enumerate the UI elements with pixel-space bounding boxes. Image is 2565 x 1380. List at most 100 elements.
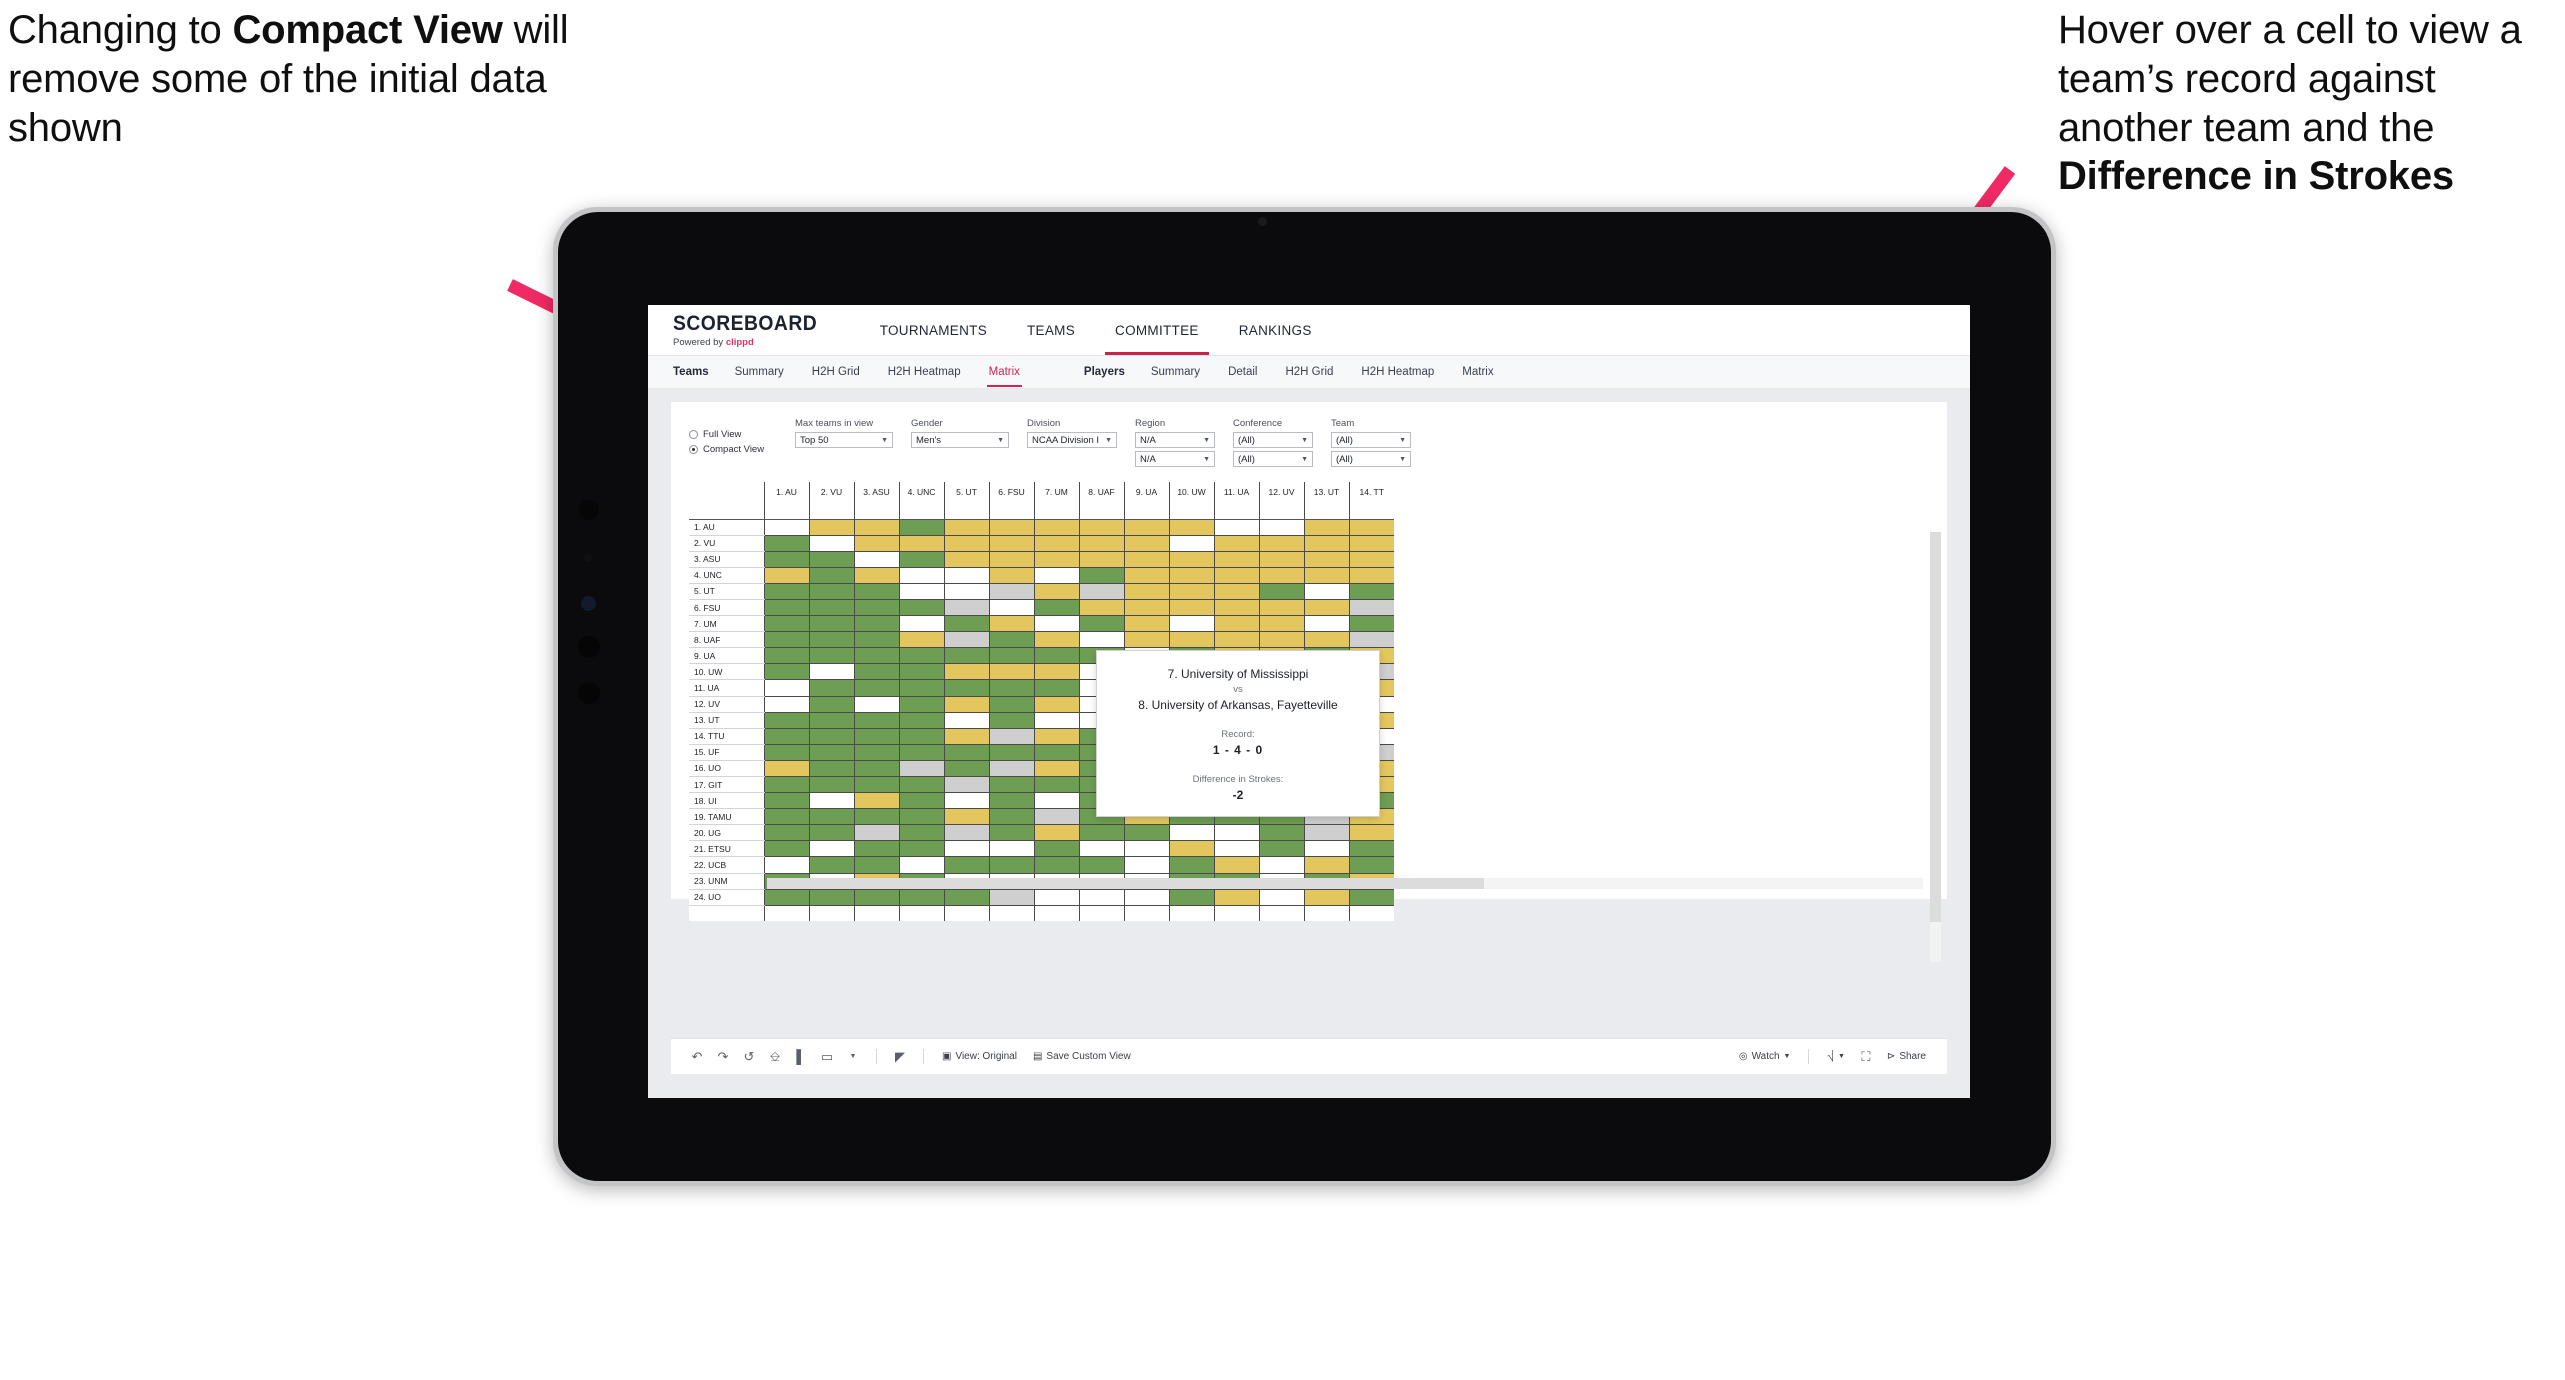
matrix-cell[interactable] <box>1348 519 1394 536</box>
matrix-cell[interactable] <box>1303 551 1349 568</box>
matrix-cell[interactable] <box>1303 631 1349 649</box>
matrix-cell[interactable] <box>943 808 989 826</box>
matrix-cell[interactable] <box>1078 583 1124 600</box>
view-original-button[interactable]: ▣ View: Original <box>935 1051 1024 1062</box>
matrix-cell[interactable] <box>988 824 1034 842</box>
matrix-cell[interactable] <box>1078 567 1124 584</box>
matrix-cell[interactable] <box>1033 744 1079 761</box>
matrix-cell[interactable] <box>808 567 854 584</box>
matrix-cell[interactable] <box>988 696 1034 713</box>
subnav-players-h2h-heatmap[interactable]: H2H Heatmap <box>1347 366 1448 378</box>
matrix-cell[interactable] <box>763 776 809 794</box>
matrix-cell[interactable] <box>1213 631 1259 649</box>
matrix-cell[interactable] <box>808 679 854 697</box>
radio-compact-view[interactable]: Compact View <box>689 444 777 455</box>
matrix-cell[interactable] <box>853 744 899 761</box>
matrix-cell[interactable] <box>1168 840 1214 858</box>
filter-conference-select-2[interactable]: (All) ▼ <box>1233 451 1313 467</box>
matrix-cell[interactable] <box>1033 663 1079 681</box>
matrix-cell[interactable] <box>988 615 1034 633</box>
filter-gender-select[interactable]: Men's ▼ <box>911 432 1009 448</box>
filter-division-select[interactable]: NCAA Division I ▼ <box>1027 432 1117 448</box>
matrix-cell[interactable] <box>988 599 1034 617</box>
matrix-cell[interactable] <box>1033 889 1079 906</box>
chevron-down-icon[interactable]: ▼ <box>1301 456 1308 463</box>
matrix-cell[interactable] <box>898 712 944 729</box>
matrix-cell[interactable] <box>1123 535 1169 552</box>
matrix-cell[interactable] <box>1033 856 1079 874</box>
matrix-cell[interactable] <box>853 567 899 584</box>
matrix-cell[interactable] <box>1258 631 1304 649</box>
matrix-cell[interactable] <box>1258 583 1304 600</box>
matrix-cell[interactable] <box>1078 824 1124 842</box>
matrix-cell[interactable] <box>763 856 809 874</box>
matrix-cell[interactable] <box>1213 551 1259 568</box>
matrix-cell[interactable] <box>1168 856 1214 874</box>
matrix-cell[interactable] <box>853 599 899 617</box>
matrix-cell[interactable] <box>988 760 1034 778</box>
topnav-item-tournaments[interactable]: TOURNAMENTS <box>860 305 1007 355</box>
matrix-cell[interactable] <box>853 615 899 633</box>
subnav-players-h2h-grid[interactable]: H2H Grid <box>1271 366 1347 378</box>
matrix-cell[interactable] <box>898 792 944 810</box>
redo-icon[interactable]: ↷ <box>711 1045 735 1069</box>
matrix-cell[interactable] <box>1168 519 1214 536</box>
matrix-cell[interactable] <box>853 760 899 778</box>
chevron-down-icon[interactable]: ▼ <box>1784 1053 1791 1060</box>
matrix-cell[interactable] <box>1033 824 1079 842</box>
matrix-cell[interactable] <box>1123 631 1169 649</box>
matrix-cell[interactable] <box>853 712 899 729</box>
matrix-cell[interactable] <box>898 583 944 600</box>
matrix-cell[interactable] <box>988 583 1034 600</box>
matrix-cell[interactable] <box>1258 889 1304 906</box>
matrix-cell[interactable] <box>1033 615 1079 633</box>
matrix-cell[interactable] <box>1033 728 1079 745</box>
matrix-cell[interactable] <box>763 535 809 552</box>
matrix-cell[interactable] <box>988 519 1034 536</box>
matrix-cell[interactable] <box>1348 583 1394 600</box>
matrix-cell[interactable] <box>943 519 989 536</box>
radio-compact-view-dot[interactable] <box>689 445 698 454</box>
download-button[interactable]: ⎷ ▼ <box>1820 1051 1851 1062</box>
matrix-cell[interactable] <box>1213 824 1259 842</box>
matrix-cell[interactable] <box>943 567 989 584</box>
matrix-cell[interactable] <box>1168 889 1214 906</box>
matrix-cell[interactable] <box>1258 535 1304 552</box>
matrix-cell[interactable] <box>808 615 854 633</box>
matrix-cell[interactable] <box>943 583 989 600</box>
refresh-data-icon[interactable]: ⎒ <box>763 1045 787 1069</box>
filter-max-teams-select[interactable]: Top 50 ▼ <box>795 432 893 448</box>
matrix-cell[interactable] <box>1123 583 1169 600</box>
matrix-cell[interactable] <box>1348 856 1394 874</box>
matrix-cell[interactable] <box>898 615 944 633</box>
matrix-cell[interactable] <box>988 856 1034 874</box>
matrix-cell[interactable] <box>898 647 944 665</box>
matrix-cell[interactable] <box>763 889 809 906</box>
matrix-cell[interactable] <box>1303 567 1349 584</box>
matrix-cell[interactable] <box>1033 792 1079 810</box>
matrix-cell[interactable] <box>943 824 989 842</box>
matrix-cell[interactable] <box>988 535 1034 552</box>
volume-down-button[interactable] <box>578 682 600 704</box>
matrix-cell[interactable] <box>853 535 899 552</box>
revert-icon[interactable]: ↺ <box>737 1045 761 1069</box>
matrix-cell[interactable] <box>1213 889 1259 906</box>
chevron-down-icon[interactable]: ▼ <box>1301 437 1308 444</box>
vertical-scrollbar-thumb[interactable] <box>1930 532 1941 922</box>
filter-team-select-1[interactable]: (All) ▼ <box>1331 432 1411 448</box>
chevron-down-icon[interactable]: ▼ <box>881 437 888 444</box>
matrix-cell[interactable] <box>1303 535 1349 552</box>
matrix-cell[interactable] <box>943 760 989 778</box>
matrix-cell[interactable] <box>763 744 809 761</box>
matrix-cell[interactable] <box>1033 567 1079 584</box>
matrix-cell[interactable] <box>898 535 944 552</box>
matrix-cell[interactable] <box>1258 567 1304 584</box>
matrix-cell[interactable] <box>1258 599 1304 617</box>
matrix-cell[interactable] <box>763 631 809 649</box>
matrix-cell[interactable] <box>1348 631 1394 649</box>
matrix-cell[interactable] <box>1033 776 1079 794</box>
matrix-cell[interactable] <box>1033 647 1079 665</box>
matrix-cell[interactable] <box>808 696 854 713</box>
matrix-cell[interactable] <box>1348 599 1394 617</box>
matrix-cell[interactable] <box>808 583 854 600</box>
